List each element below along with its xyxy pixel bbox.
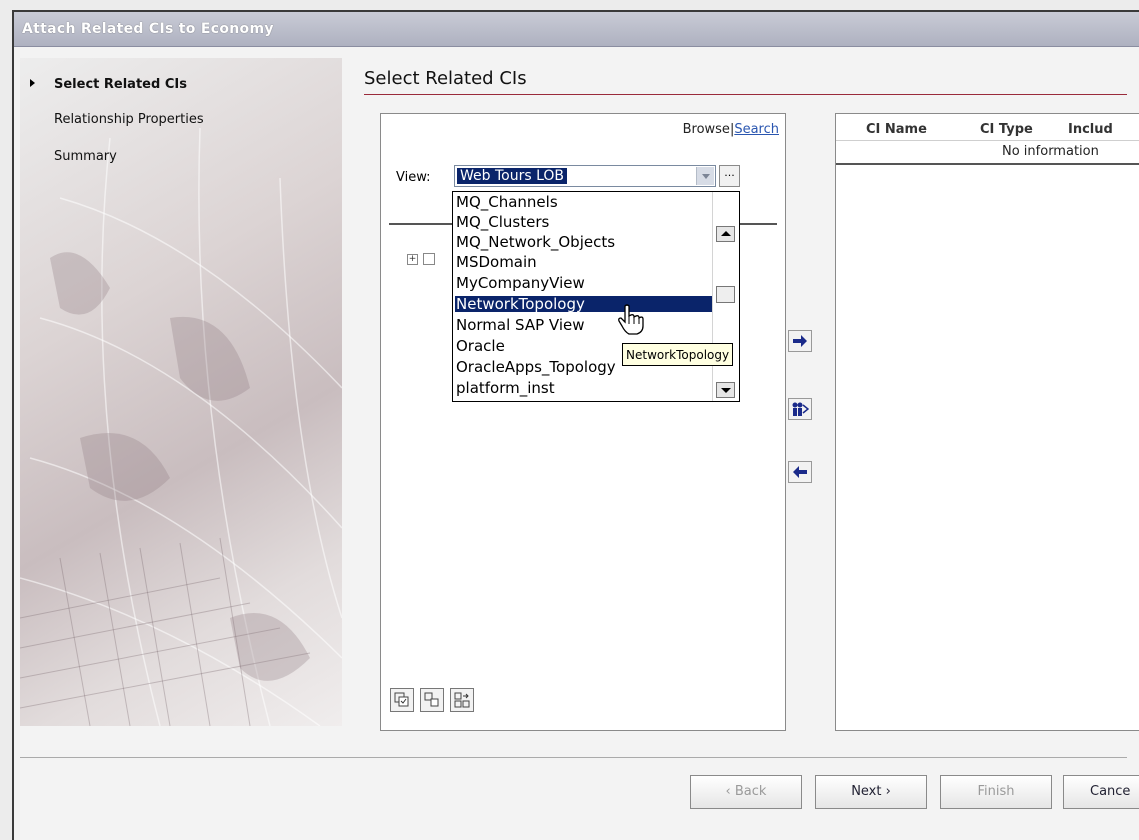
view-more-button[interactable]: ... xyxy=(719,165,740,187)
chevron-down-icon[interactable] xyxy=(696,167,714,185)
hand-cursor-icon xyxy=(618,304,644,335)
tree-node-checkbox[interactable] xyxy=(423,253,435,265)
column-ci-type[interactable]: CI Type xyxy=(980,122,1033,137)
remove-arrow-icon xyxy=(793,466,807,478)
heading-divider xyxy=(364,94,1127,95)
tree-icon xyxy=(424,692,439,707)
tree-divider-right xyxy=(737,223,777,225)
view-select-value: Web Tours LOB xyxy=(457,168,568,184)
back-button[interactable]: ‹ Back xyxy=(690,775,802,809)
dropdown-item[interactable]: MQ_Clusters xyxy=(455,214,714,230)
dropdown-item[interactable]: MyCompanyView xyxy=(455,275,714,291)
cancel-button[interactable]: Cance xyxy=(1063,775,1139,809)
step-summary[interactable]: Summary xyxy=(54,149,117,164)
browse-search-links: Browse|Search xyxy=(683,122,779,137)
tree-expand-icon[interactable]: + xyxy=(407,254,418,265)
step-label: Select Related CIs xyxy=(54,77,187,92)
view-label: View: xyxy=(396,170,431,185)
search-link[interactable]: Search xyxy=(734,122,779,137)
view-dropdown-list[interactable]: MQ_Channels MQ_Clusters MQ_Network_Objec… xyxy=(452,191,740,402)
dropdown-item[interactable]: MQ_Network_Objects xyxy=(455,234,714,250)
dropdown-item[interactable]: platform_inst xyxy=(455,380,714,396)
dropdown-item-selected[interactable]: NetworkTopology xyxy=(455,296,714,312)
tree-divider-left xyxy=(389,223,459,225)
table-header: CI Name CI Type Includ xyxy=(836,114,1139,141)
dropdown-item[interactable]: Normal SAP View xyxy=(455,317,714,333)
add-related-icon xyxy=(792,402,809,416)
remove-button[interactable] xyxy=(788,461,812,483)
wizard-steps-panel: Select Related CIs Relationship Properti… xyxy=(20,58,342,726)
dropdown-item[interactable]: MSDomain xyxy=(455,254,714,270)
step-relationship-properties[interactable]: Relationship Properties xyxy=(54,112,204,127)
add-arrow-icon xyxy=(793,335,807,347)
footer-divider xyxy=(20,757,1127,758)
current-step-arrow-icon xyxy=(30,79,35,87)
invert-selection-icon xyxy=(454,692,470,708)
scroll-thumb[interactable] xyxy=(716,286,735,303)
window-title: Attach Related CIs to Economy xyxy=(14,12,1139,47)
empty-row: No information xyxy=(836,141,1139,165)
page-title: Select Related CIs xyxy=(364,68,527,89)
next-button[interactable]: Next › xyxy=(815,775,927,809)
scroll-down-icon[interactable] xyxy=(716,382,735,398)
dropdown-item[interactable]: MQ_Channels xyxy=(455,194,714,210)
dropdown-scrollbar[interactable] xyxy=(712,192,739,401)
view-select[interactable]: Web Tours LOB xyxy=(454,165,716,187)
finish-button[interactable]: Finish xyxy=(940,775,1052,809)
browse-link[interactable]: Browse xyxy=(683,122,730,137)
column-ci-name[interactable]: CI Name xyxy=(866,122,927,137)
select-all-icon xyxy=(394,692,409,707)
select-all-button[interactable] xyxy=(390,688,414,712)
invert-selection-button[interactable] xyxy=(450,688,474,712)
add-related-button[interactable] xyxy=(788,398,812,420)
column-include[interactable]: Includ xyxy=(1068,122,1113,137)
tree-button[interactable] xyxy=(420,688,444,712)
scroll-up-icon[interactable] xyxy=(716,226,735,242)
add-button[interactable] xyxy=(788,330,812,352)
tooltip: NetworkTopology xyxy=(622,343,734,366)
selected-cis-table: CI Name CI Type Includ No information xyxy=(835,113,1139,731)
empty-text: No information xyxy=(1002,144,1099,159)
